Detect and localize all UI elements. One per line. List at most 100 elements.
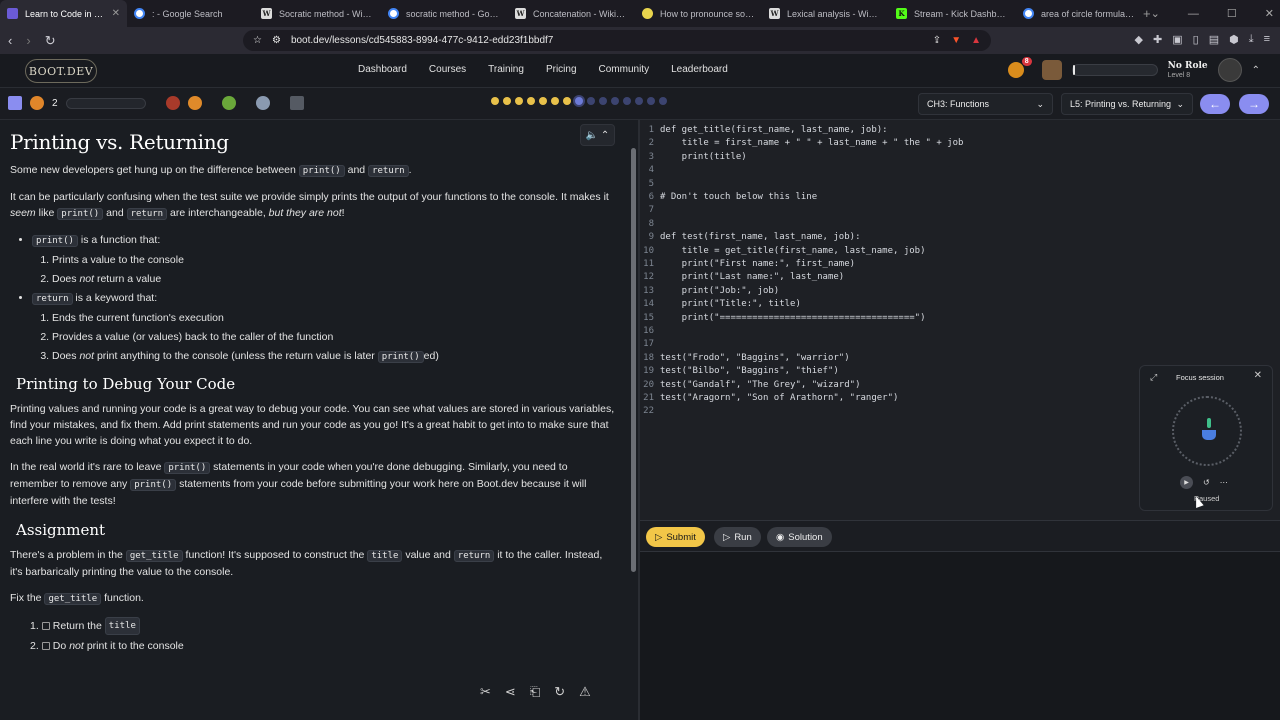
lesson-dot[interactable] [503, 97, 511, 105]
lesson-dot[interactable] [587, 97, 595, 105]
code-text[interactable]: test("Frodo", "Baggins", "warrior") [660, 353, 850, 366]
submit-button[interactable]: ▷ Submit [646, 527, 705, 547]
code-text[interactable]: test("Aragorn", "Son of Arathorn", "rang… [660, 393, 898, 406]
code-line[interactable]: 11 print("First name:", first_name) [640, 259, 1280, 272]
code-text[interactable]: title = get_title(first_name, last_name,… [660, 246, 926, 259]
fire-icon[interactable] [165, 96, 180, 110]
nav-link-training[interactable]: Training [488, 64, 524, 75]
lesson-dot[interactable] [563, 97, 571, 105]
notification-icon[interactable]: 8 [1007, 57, 1032, 78]
code-text[interactable]: test("Bilbo", "Baggins", "thief") [660, 366, 839, 379]
url-text[interactable]: boot.dev/lessons/cd545883-8994-477c-9412… [291, 35, 553, 46]
code-text[interactable]: def get_title(first_name, last_name, job… [660, 125, 888, 138]
maximize-icon[interactable]: ☐ [1227, 7, 1237, 20]
expand-icon[interactable]: ⤢ [1150, 372, 1157, 383]
code-line[interactable]: 4 [640, 165, 1280, 178]
back-icon[interactable]: ‹ [8, 33, 12, 48]
browser-tab[interactable]: area of circle formula visu [1016, 0, 1143, 27]
character-icon[interactable] [1041, 60, 1062, 80]
bookmark-icon[interactable]: ⎗ [530, 684, 540, 700]
tab-list-icon[interactable]: ⌄ [1151, 7, 1160, 20]
forward-icon[interactable]: › [26, 33, 30, 48]
chevron-up-icon[interactable]: ⌃ [1252, 65, 1260, 76]
report-icon[interactable]: ⚠ [579, 684, 591, 700]
nav-link-leaderboard[interactable]: Leaderboard [671, 64, 728, 75]
chest-icon[interactable] [289, 96, 304, 110]
task-checkbox[interactable] [41, 642, 50, 650]
browser-tab[interactable]: Learn to Code in Pyth ✕ [0, 0, 127, 27]
lesson-dot[interactable] [623, 97, 631, 105]
gem-icon[interactable] [8, 96, 22, 110]
code-line[interactable]: 17 [640, 339, 1280, 352]
vpn-icon[interactable]: ⬢ [1229, 33, 1239, 46]
browser-tab[interactable]: W Socratic method - Wikipe [254, 0, 381, 27]
code-line[interactable]: 10 title = get_title(first_name, last_na… [640, 246, 1280, 259]
tools-icon[interactable]: ✂ [480, 684, 491, 700]
code-line[interactable]: 12 print("Last name:", last_name) [640, 272, 1280, 285]
flame-icon[interactable] [187, 96, 202, 110]
new-tab-button[interactable]: + [1143, 0, 1151, 27]
code-text[interactable]: title = first_name + " " + last_name + "… [660, 138, 964, 151]
code-line[interactable]: 1 def get_title(first_name, last_name, jo… [640, 125, 1280, 138]
solution-button[interactable]: ◉ Solution [767, 527, 832, 547]
brave-shield-icon[interactable]: ▼ [951, 35, 961, 46]
lesson-dot[interactable] [491, 97, 499, 105]
code-text[interactable]: print("First name:", first_name) [660, 259, 855, 272]
close-window-icon[interactable]: ✕ [1265, 7, 1274, 20]
code-text[interactable]: test("Gandalf", "The Grey", "wizard") [660, 380, 860, 393]
wallet-icon[interactable]: ▤ [1209, 33, 1219, 46]
sidebar-icon[interactable]: ▯ [1193, 33, 1199, 46]
extension-icon[interactable]: ◆ [1135, 33, 1143, 46]
browser-tab[interactable]: : - Google Search [127, 0, 254, 27]
bookmark-icon[interactable]: ☆ [253, 35, 262, 46]
close-icon[interactable]: ✕ [1254, 370, 1262, 381]
nav-link-pricing[interactable]: Pricing [546, 64, 577, 75]
flask-icon[interactable] [255, 96, 270, 110]
code-line[interactable]: 16 [640, 326, 1280, 339]
code-text[interactable]: # Don't touch below this line [660, 192, 817, 205]
menu-icon[interactable]: ≡ [1264, 33, 1270, 46]
code-line[interactable]: 13 print("Job:", job) [640, 286, 1280, 299]
lesson-dot[interactable] [659, 97, 667, 105]
lesson-dot[interactable] [647, 97, 655, 105]
lesson-dot[interactable] [551, 97, 559, 105]
run-button[interactable]: ▷ Run [714, 527, 761, 547]
play-icon[interactable]: ▶ [1180, 476, 1193, 489]
puzzle-icon[interactable]: ✚ [1153, 33, 1162, 46]
share-icon[interactable]: ⋖ [505, 684, 516, 700]
code-text[interactable]: print(title) [660, 152, 747, 165]
minimize-icon[interactable]: — [1188, 8, 1199, 20]
code-text[interactable]: print("Title:", title) [660, 299, 801, 312]
lesson-dot[interactable] [599, 97, 607, 105]
code-line[interactable]: 2 title = first_name + " " + last_name +… [640, 138, 1280, 151]
code-text[interactable]: def test(first_name, last_name, job): [660, 232, 860, 245]
reset-icon[interactable]: ↻ [554, 684, 565, 700]
lesson-dot[interactable] [635, 97, 643, 105]
rewards-icon[interactable]: ▲ [971, 35, 981, 46]
code-text[interactable]: print("Last name:", last_name) [660, 272, 845, 285]
potion-icon[interactable] [221, 96, 236, 110]
code-line[interactable]: 15 print("==============================… [640, 313, 1280, 326]
more-icon[interactable]: ⋯ [1220, 478, 1228, 487]
chapter-select[interactable]: CH3: Functions ⌄ [918, 93, 1053, 115]
share-icon[interactable]: ⇪ [933, 35, 941, 46]
code-line[interactable]: 9 def test(first_name, last_name, job): [640, 232, 1280, 245]
code-line[interactable]: 14 print("Title:", title) [640, 299, 1280, 312]
code-line[interactable]: 3 print(title) [640, 152, 1280, 165]
avatar[interactable] [1217, 58, 1242, 82]
next-lesson-button[interactable]: → [1239, 94, 1269, 114]
site-info-icon[interactable]: ⚙ [272, 35, 281, 46]
browser-tab[interactable]: K Stream - Kick Dashboard [889, 0, 1016, 27]
lesson-dot[interactable] [611, 97, 619, 105]
download-icon[interactable]: ⤓ [1249, 33, 1254, 46]
streak-icon[interactable] [30, 96, 44, 110]
browser-tab[interactable]: socratic method - Google [381, 0, 508, 27]
bootdev-logo[interactable]: BOOT.DEV [25, 59, 97, 83]
task-checkbox[interactable] [41, 622, 50, 630]
lesson-scrollbar[interactable] [630, 120, 638, 720]
lesson-dot[interactable] [575, 97, 583, 105]
code-text[interactable]: print("=================================… [660, 313, 926, 326]
lesson-dot[interactable] [515, 97, 523, 105]
lesson-select[interactable]: L5: Printing vs. Returning ⌄ [1061, 93, 1193, 115]
code-line[interactable]: 5 [640, 179, 1280, 192]
